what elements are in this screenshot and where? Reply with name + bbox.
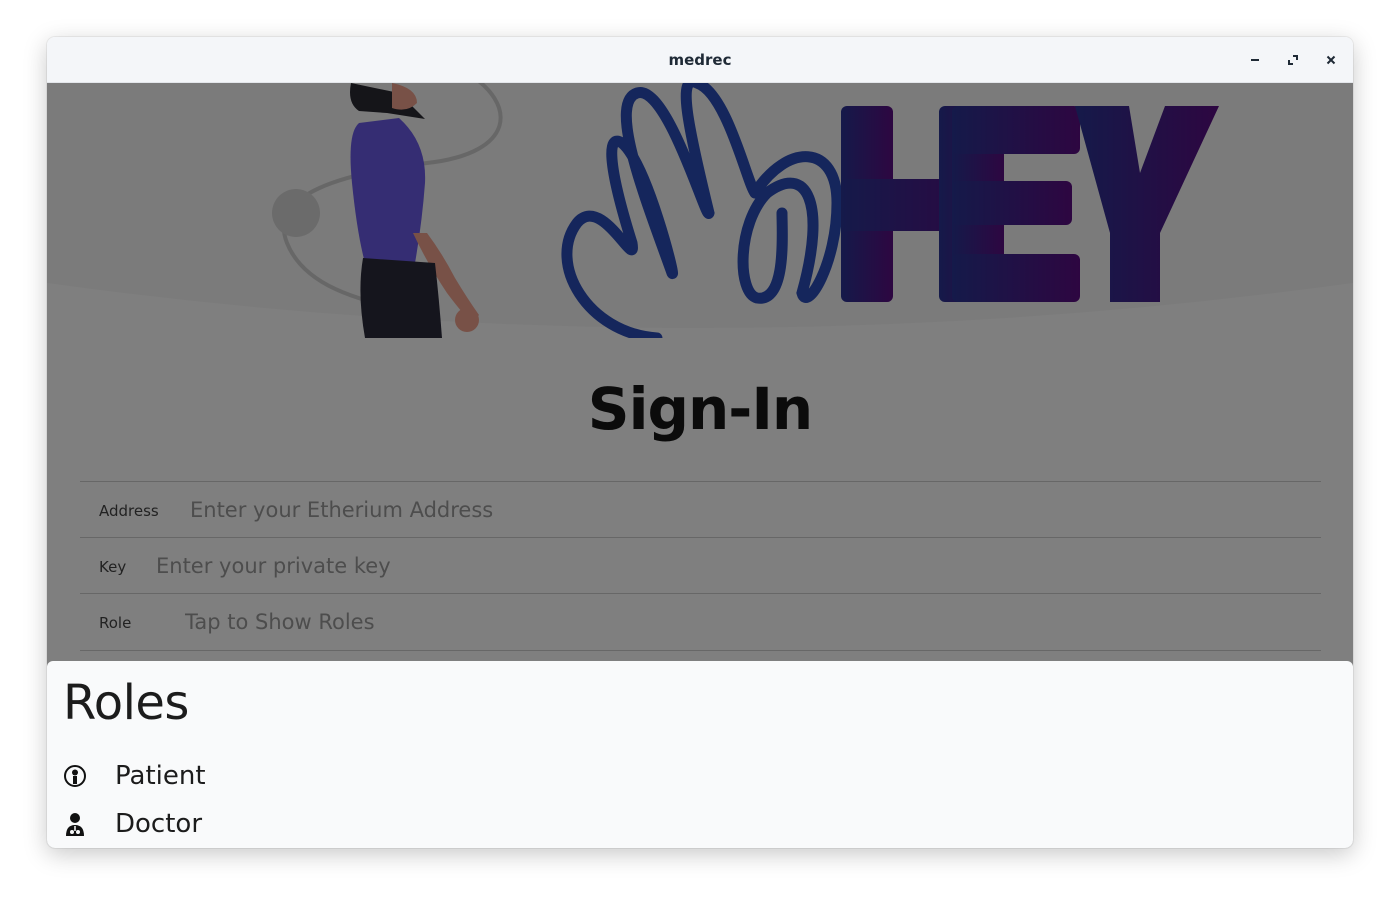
maximize-button[interactable] (1282, 49, 1304, 71)
role-option-patient[interactable]: Patient (47, 753, 1353, 799)
role-option-doctor[interactable]: Doctor (47, 801, 1353, 847)
patient-icon (64, 765, 86, 787)
maximize-icon (1288, 55, 1298, 65)
app-window: medrec Enter your Etherium Address Enter… (47, 37, 1353, 848)
minimize-icon (1251, 59, 1259, 61)
minimize-button[interactable] (1244, 49, 1266, 71)
role-option-label: Patient (115, 761, 206, 791)
close-icon (1326, 55, 1336, 65)
roles-sheet-title: Roles (63, 675, 189, 731)
roles-bottom-sheet: Roles Patient Doctor (47, 661, 1353, 848)
role-option-label: Doctor (115, 809, 203, 839)
app-content: Sign-In Address Key Role Roles (47, 83, 1353, 848)
title-bar: medrec (47, 37, 1353, 83)
doctor-icon (66, 813, 84, 836)
close-button[interactable] (1320, 49, 1342, 71)
window-title: medrec (668, 51, 732, 69)
